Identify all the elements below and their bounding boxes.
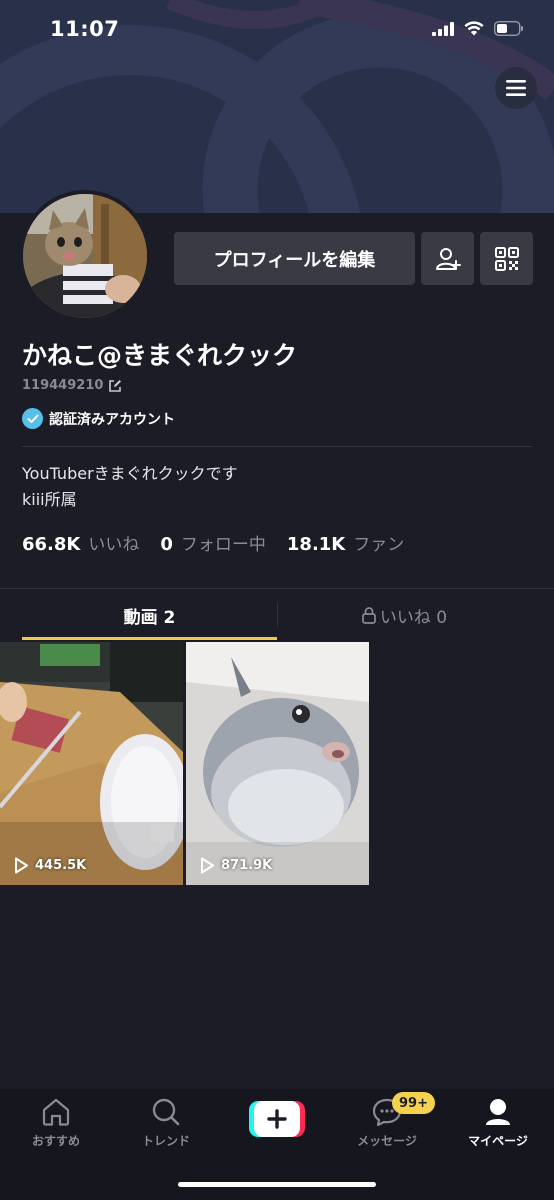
- status-bar: 11:07: [0, 0, 554, 62]
- view-count: 445.5K: [14, 857, 86, 874]
- lock-icon: [362, 606, 376, 624]
- stats-row: 66.8K いいね 0 フォロー中 18.1K ファン: [22, 530, 404, 555]
- verified-row: 認証済みアカウント: [22, 408, 175, 429]
- nav-me-label: マイページ: [468, 1134, 528, 1148]
- add-friend-icon: [435, 247, 461, 270]
- search-icon: [152, 1098, 180, 1126]
- nav-trend-label: トレンド: [141, 1134, 190, 1148]
- likes-label: いいね: [88, 535, 140, 555]
- user-id-row[interactable]: 119449210: [22, 378, 122, 393]
- qr-code-icon: [494, 246, 519, 271]
- tab-liked-label: いいね 0: [379, 607, 448, 628]
- nav-home-label: おすすめ: [31, 1134, 80, 1148]
- plus-icon: [249, 1101, 305, 1137]
- tab-liked[interactable]: いいね 0: [277, 589, 532, 641]
- user-id: 119449210: [22, 378, 104, 393]
- tab-indicator: [22, 637, 277, 640]
- video-thumbnail[interactable]: 871.9K: [186, 642, 369, 885]
- tab-videos[interactable]: 動画 2: [22, 589, 277, 641]
- play-icon: [15, 857, 28, 874]
- play-icon: [201, 857, 214, 874]
- home-icon: [42, 1098, 70, 1126]
- nav-trend[interactable]: トレンド: [121, 1098, 211, 1149]
- status-time: 11:07: [50, 17, 120, 41]
- home-indicator: [178, 1182, 376, 1187]
- nav-home[interactable]: おすすめ: [11, 1098, 101, 1149]
- fans-label[interactable]: ファン: [353, 530, 404, 555]
- nav-messages-label: メッセージ: [357, 1134, 417, 1148]
- status-icons: [432, 21, 524, 36]
- view-count-label: 445.5K: [35, 858, 87, 873]
- following-count[interactable]: 0: [160, 534, 173, 555]
- likes-count: 66.8K: [22, 534, 81, 555]
- create-button[interactable]: [249, 1101, 305, 1137]
- signal-icon: [432, 21, 454, 36]
- wifi-icon: [464, 21, 484, 36]
- add-friend-button[interactable]: [421, 232, 474, 285]
- person-icon: [486, 1099, 510, 1125]
- bio-line: YouTuberきまぐれクックです: [22, 464, 238, 483]
- verified-label: 認証済みアカウント: [49, 411, 175, 428]
- messages-badge: 99+: [392, 1092, 435, 1114]
- fans-count[interactable]: 18.1K: [287, 534, 345, 555]
- edit-profile-button[interactable]: プロフィールを編集: [174, 232, 415, 285]
- avatar[interactable]: [19, 190, 151, 322]
- qr-code-button[interactable]: [480, 232, 533, 285]
- profile-divider: [22, 446, 532, 447]
- bio: YouTuberきまぐれクックです kiii所属: [22, 461, 238, 513]
- verified-check-icon: [22, 408, 43, 429]
- display-name: かねこ@きまぐれクック: [22, 341, 298, 370]
- video-thumbnail[interactable]: 445.5K: [0, 642, 183, 885]
- menu-icon: [506, 80, 526, 96]
- edit-pencil-icon: [109, 379, 122, 392]
- battery-icon: [494, 21, 523, 36]
- nav-me[interactable]: マイページ: [453, 1098, 543, 1149]
- following-label[interactable]: フォロー中: [181, 530, 266, 555]
- view-count-label: 871.9K: [221, 858, 273, 873]
- bio-line: kiii所属: [22, 490, 77, 509]
- view-count: 871.9K: [200, 857, 272, 874]
- avatar-image: [23, 194, 147, 318]
- menu-button[interactable]: [495, 67, 537, 109]
